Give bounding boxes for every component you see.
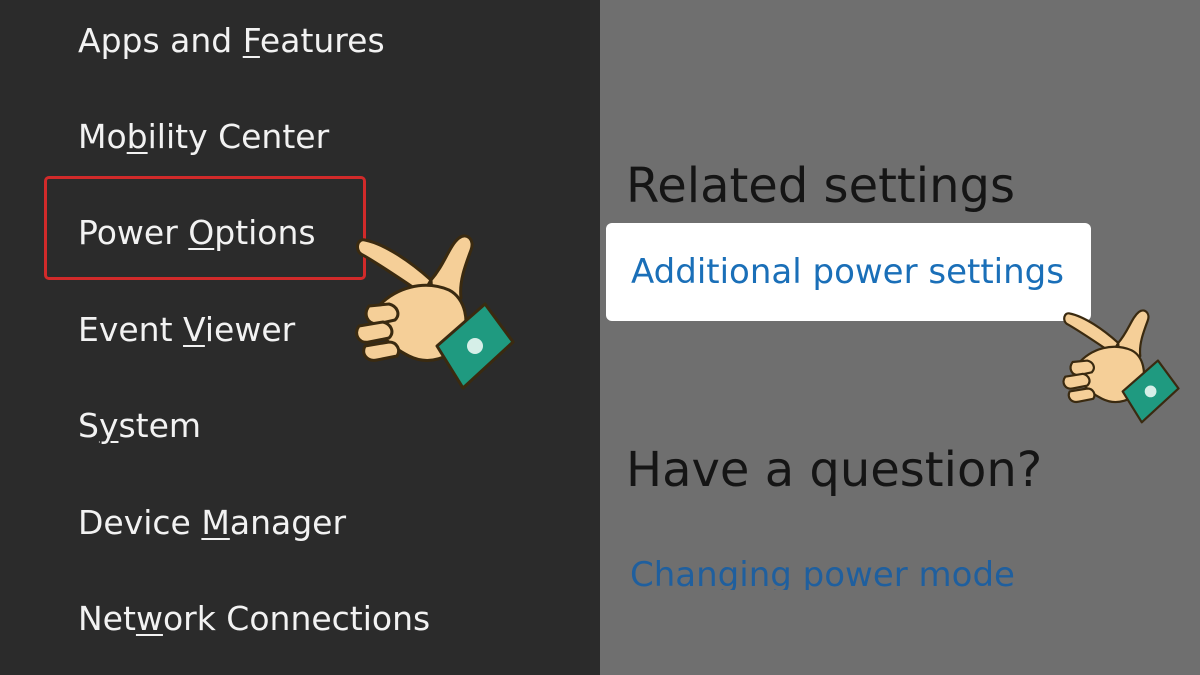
- have-a-question-heading: Have a question?: [626, 442, 1043, 498]
- menu-item-apps-and-features[interactable]: Apps and Features: [78, 11, 385, 71]
- additional-power-settings-link[interactable]: Additional power settings: [606, 223, 1091, 321]
- menu-item-system[interactable]: System: [78, 396, 201, 456]
- menu-item-power-options[interactable]: Power Options: [78, 203, 316, 263]
- menu-item-event-viewer[interactable]: Event Viewer: [78, 300, 295, 360]
- changing-power-mode-link[interactable]: Changing power mode: [630, 546, 1015, 590]
- menu-item-mobility-center[interactable]: Mobility Center: [78, 107, 329, 167]
- menu-item-device-manager[interactable]: Device Manager: [78, 493, 346, 553]
- related-settings-heading: Related settings: [626, 158, 1015, 214]
- pointing-hand-icon: [1062, 309, 1180, 424]
- menu-item-network-connections[interactable]: Network Connections: [78, 589, 430, 649]
- pointing-hand-icon: [355, 234, 515, 390]
- additional-power-settings-label: Additional power settings: [631, 252, 1064, 292]
